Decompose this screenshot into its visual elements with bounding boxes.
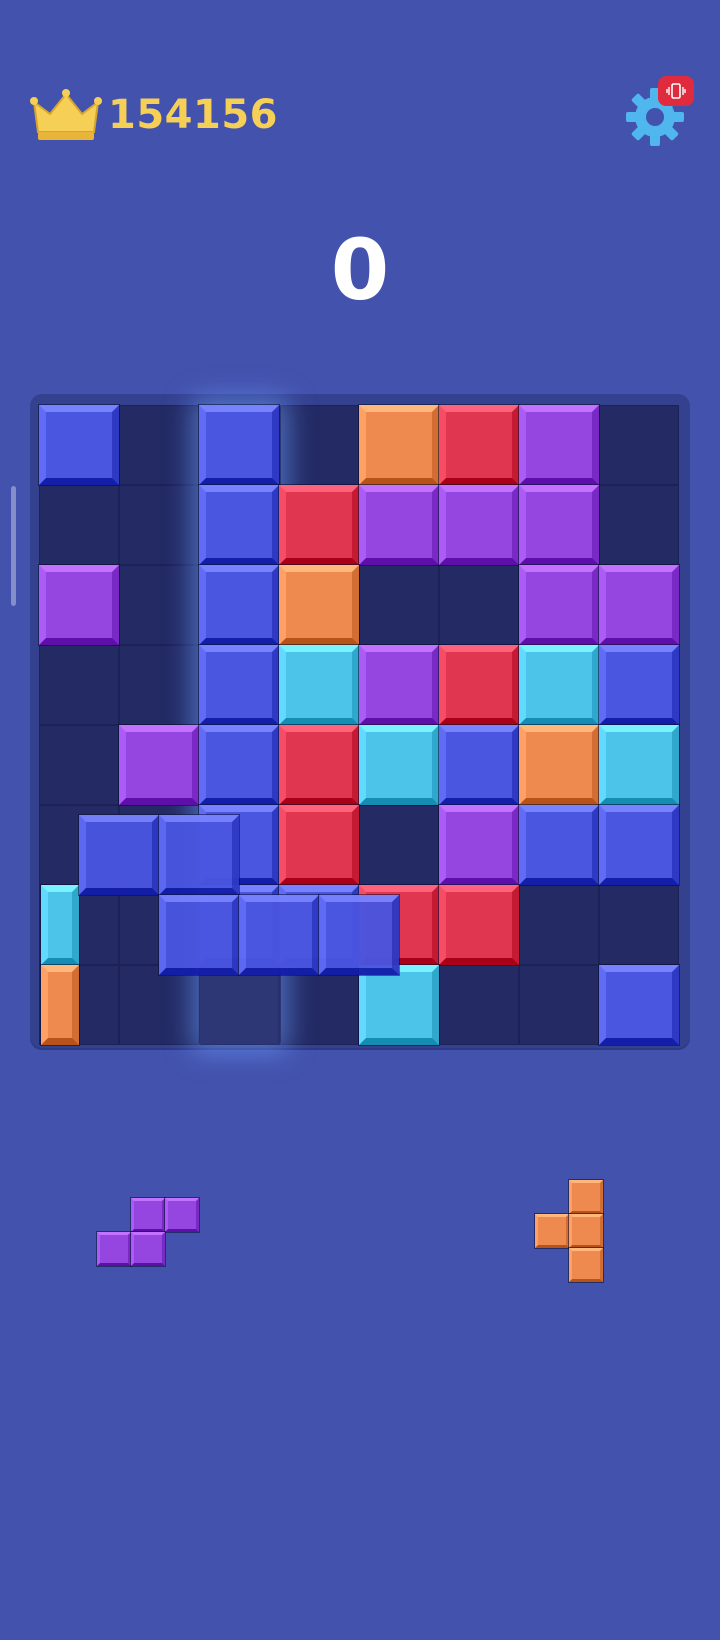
board-cell[interactable]	[519, 885, 599, 965]
best-score-display: 154156	[30, 84, 278, 146]
vibration-icon	[666, 83, 686, 99]
board-block	[598, 644, 680, 726]
tray-block	[534, 1213, 570, 1249]
side-handle	[11, 486, 16, 606]
board-cell[interactable]	[279, 965, 359, 1045]
board-block	[598, 964, 680, 1046]
board-block	[518, 564, 600, 646]
board-cell[interactable]	[119, 645, 199, 725]
tray-block	[568, 1213, 604, 1249]
board-block	[518, 404, 600, 486]
board-block	[358, 724, 440, 806]
board-block	[198, 644, 280, 726]
board-cell[interactable]	[599, 885, 679, 965]
board-block	[598, 804, 680, 886]
board-block	[598, 724, 680, 806]
board-block	[438, 884, 520, 966]
tray-block	[568, 1179, 604, 1215]
current-score: 0	[330, 221, 390, 319]
board-block	[438, 404, 520, 486]
board-block	[518, 724, 600, 806]
board-block	[518, 804, 600, 886]
board-block	[278, 564, 360, 646]
board-block	[358, 964, 440, 1046]
best-score: 154156	[108, 92, 278, 138]
board-block	[198, 724, 280, 806]
board-block	[198, 564, 280, 646]
vibration-badge[interactable]	[658, 76, 694, 106]
crown-icon	[30, 89, 102, 140]
dragging-block	[158, 814, 240, 896]
board-block	[278, 484, 360, 566]
board-block	[438, 484, 520, 566]
board-block	[438, 644, 520, 726]
dragging-block	[158, 894, 240, 976]
tray-block	[568, 1247, 604, 1283]
board-cell[interactable]	[439, 565, 519, 645]
edge-block	[40, 964, 80, 1046]
board-block	[518, 644, 600, 726]
board-cell[interactable]	[119, 485, 199, 565]
board-cell[interactable]	[39, 645, 119, 725]
board-cell[interactable]	[119, 565, 199, 645]
tray-block	[130, 1197, 166, 1233]
board-block	[118, 724, 200, 806]
board-cell[interactable]	[439, 965, 519, 1045]
board-block	[358, 404, 440, 486]
dragging-block	[78, 814, 160, 896]
board-cell[interactable]	[359, 565, 439, 645]
board-block	[438, 804, 520, 886]
edge-block	[40, 884, 80, 966]
board-cell[interactable]	[119, 405, 199, 485]
board-block	[198, 404, 280, 486]
board-block	[358, 644, 440, 726]
board-block	[278, 804, 360, 886]
board-block	[38, 404, 120, 486]
dragging-block	[318, 894, 400, 976]
board-block	[278, 724, 360, 806]
board-block	[38, 564, 120, 646]
board-block	[518, 484, 600, 566]
board-block	[358, 484, 440, 566]
board-cell[interactable]	[39, 485, 119, 565]
board-block	[198, 484, 280, 566]
game-screen: 154156 0	[0, 0, 720, 1640]
board-block	[438, 724, 520, 806]
settings-button[interactable]	[620, 76, 700, 156]
tray-block	[130, 1231, 166, 1267]
tray-block	[164, 1197, 200, 1233]
tray-block	[96, 1231, 132, 1267]
board-cell[interactable]	[279, 405, 359, 485]
board-cell[interactable]	[119, 965, 199, 1045]
board-block	[598, 564, 680, 646]
board-cell[interactable]	[519, 965, 599, 1045]
board-block	[278, 644, 360, 726]
board-cell[interactable]	[39, 725, 119, 805]
board-cell[interactable]	[599, 485, 679, 565]
board-cell[interactable]	[359, 805, 439, 885]
dragging-block	[238, 894, 320, 976]
board-cell[interactable]	[599, 405, 679, 485]
